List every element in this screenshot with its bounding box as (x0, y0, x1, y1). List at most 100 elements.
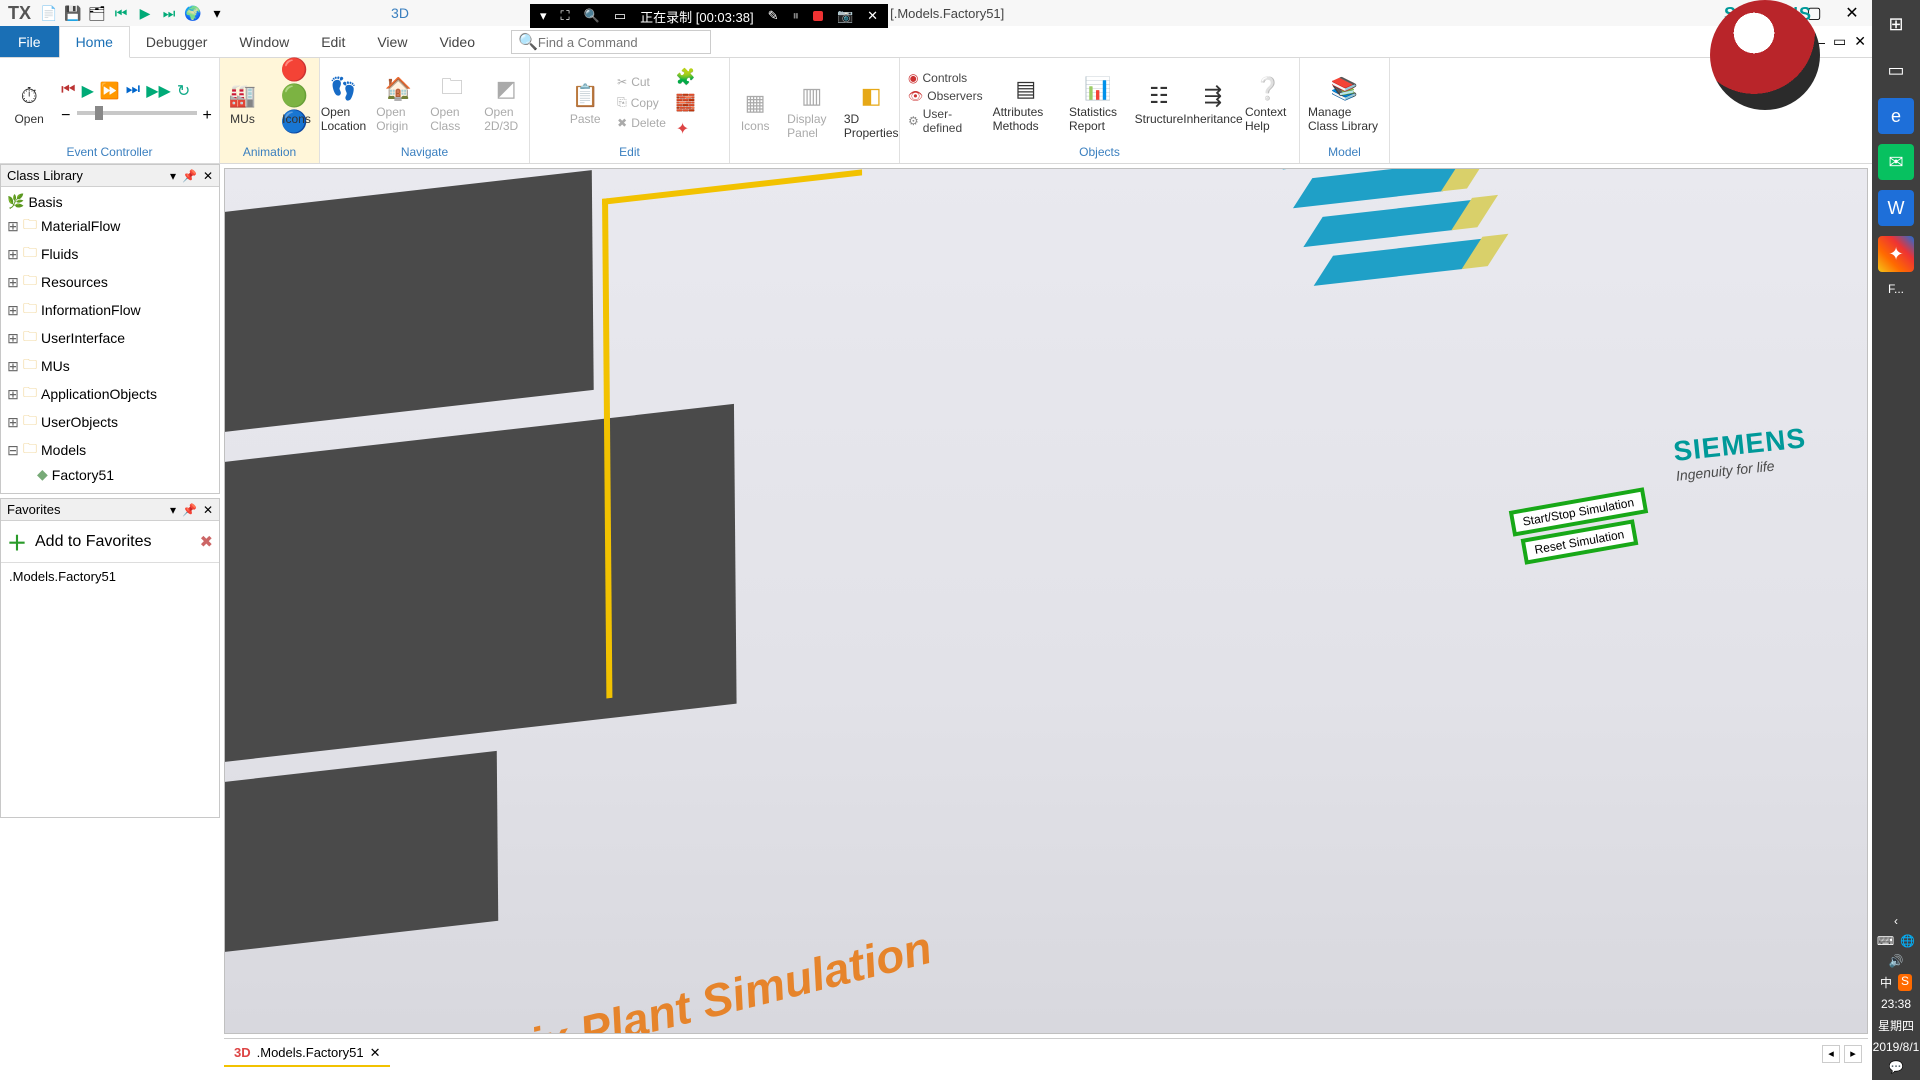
sogou-icon[interactable]: S (1898, 974, 1912, 991)
class-tree[interactable]: 🌿Basis ⊞🗀MaterialFlow ⊞🗀Fluids ⊞🗀Resourc… (1, 187, 219, 489)
open-button[interactable]: ⏱Open (7, 80, 51, 126)
save-icon[interactable]: 💾 (63, 3, 83, 23)
paste-button[interactable]: 📋Paste (563, 80, 607, 126)
tree-node-userinterface[interactable]: ⊞🗀UserInterface (3, 324, 217, 352)
tab-close-icon[interactable]: ✕ (370, 1045, 381, 1061)
zoom-in-icon[interactable]: + (203, 107, 212, 125)
icons2-button[interactable]: ▦Icons (733, 87, 777, 133)
step-end-icon[interactable]: ⏭ (126, 81, 140, 101)
display-panel-button[interactable]: ▥Display Panel (787, 80, 836, 140)
icons-button[interactable]: 🔴🟢🔵Icons (275, 80, 319, 126)
rec-pause-icon[interactable]: ⏸ (792, 8, 799, 24)
tree-node-factory51[interactable]: ◆Factory51 (3, 464, 217, 485)
run-icon[interactable]: ▶ (82, 81, 94, 101)
keyboard-icon[interactable]: ⌨ (1877, 934, 1894, 948)
tab-scroll-left-icon[interactable]: ◂ (1822, 1045, 1840, 1063)
edit-tool-icon[interactable]: 🧩 (676, 67, 696, 87)
app-icon[interactable]: ✦ (1878, 236, 1914, 272)
zoom-out-icon[interactable]: − (61, 107, 70, 125)
doc-tab-factory51[interactable]: 3D .Models.Factory51 ✕ (224, 1041, 390, 1067)
panel-close-icon[interactable]: ✕ (203, 169, 213, 183)
new-icon[interactable]: 📄 (39, 3, 59, 23)
add-to-favorites-button[interactable]: ＋ Add to Favorites ✖ (1, 521, 219, 563)
observers-button[interactable]: 👁Observers (908, 89, 983, 103)
delete-button[interactable]: ✖Delete (617, 116, 666, 130)
speed-slider[interactable] (77, 111, 197, 115)
save-all-icon[interactable]: 🗂 (87, 3, 107, 23)
panel-pin-icon[interactable]: 📌 (182, 169, 197, 183)
manage-class-library-button[interactable]: 📚Manage Class Library (1308, 73, 1381, 133)
panel-dropdown-icon[interactable]: ▾ (170, 503, 176, 517)
step-icon[interactable]: ⏩ (100, 81, 120, 101)
rewind-icon[interactable]: ⏮ (61, 81, 75, 101)
rec-fullscreen-icon[interactable]: ⛶ (561, 8, 570, 24)
tree-root[interactable]: 🌿Basis (3, 191, 217, 212)
open-2d3d-button[interactable]: ◩Open 2D/3D (484, 73, 528, 133)
rec-dropdown-icon[interactable]: ▾ (540, 8, 547, 24)
wechat-icon[interactable]: ✉ (1878, 144, 1914, 180)
edit-tool2-icon[interactable]: 🧱 (676, 93, 696, 113)
network-icon[interactable]: 🌐 (1900, 934, 1915, 948)
mdi-close-button[interactable]: ✕ (1854, 33, 1866, 50)
file-menu[interactable]: File (0, 26, 59, 57)
sidebar-app-icon[interactable]: ▭ (1878, 52, 1914, 88)
open-location-button[interactable]: 👣Open Location (321, 73, 366, 133)
panel-close-icon[interactable]: ✕ (203, 503, 213, 517)
refresh-icon[interactable]: 🌍 (183, 3, 203, 23)
rec-zoom-icon[interactable]: 🔍 (584, 8, 600, 24)
open-origin-button[interactable]: 🏠Open Origin (376, 73, 420, 133)
tree-node-informationflow[interactable]: ⊞🗀InformationFlow (3, 296, 217, 324)
command-search-input[interactable] (538, 35, 704, 50)
tab-scroll-right-icon[interactable]: ▸ (1844, 1045, 1862, 1063)
cut-button[interactable]: ✂Cut (617, 75, 666, 89)
mus-button[interactable]: 🏭MUs (221, 80, 265, 126)
rec-snapshot-icon[interactable]: 📷 (837, 8, 853, 24)
skip-fwd-icon[interactable]: ⏭ (159, 3, 179, 23)
win-start-icon[interactable]: ⊞ (1878, 6, 1914, 42)
qat-dropdown-icon[interactable]: ▾ (207, 3, 227, 23)
3d-properties-button[interactable]: ◧3D Properties (847, 80, 896, 140)
user-avatar[interactable] (1710, 0, 1820, 110)
panel-dropdown-icon[interactable]: ▾ (170, 169, 176, 183)
context-help-button[interactable]: ❔Context Help (1245, 73, 1291, 133)
word-icon[interactable]: W (1878, 190, 1914, 226)
tree-node-materialflow[interactable]: ⊞🗀MaterialFlow (3, 212, 217, 240)
edge-icon[interactable]: e (1878, 98, 1914, 134)
volume-icon[interactable]: 🔊 (1889, 954, 1904, 968)
tab-view[interactable]: View (361, 26, 423, 57)
copy-button[interactable]: ⎘Copy (617, 95, 666, 110)
structure-button[interactable]: ☷Structure (1137, 80, 1181, 126)
favorite-item[interactable]: .Models.Factory51 (1, 563, 219, 590)
rec-close-icon[interactable]: ✕ (867, 8, 878, 24)
edit-tool3-icon[interactable]: ✦ (676, 119, 696, 139)
attributes-methods-button[interactable]: ▤Attributes Methods (993, 73, 1059, 133)
tab-window[interactable]: Window (223, 26, 305, 57)
notifications-icon[interactable]: 💬 (1889, 1060, 1904, 1074)
tree-node-resources[interactable]: ⊞🗀Resources (3, 268, 217, 296)
inheritance-button[interactable]: ⇶Inheritance (1191, 80, 1235, 126)
rec-record-icon[interactable] (813, 11, 823, 21)
tab-video[interactable]: Video (423, 26, 491, 57)
tree-node-userobjects[interactable]: ⊞🗀UserObjects (3, 408, 217, 436)
tab-edit[interactable]: Edit (305, 26, 361, 57)
tree-node-applicationobjects[interactable]: ⊞🗀ApplicationObjects (3, 380, 217, 408)
tree-node-fluids[interactable]: ⊞🗀Fluids (3, 240, 217, 268)
command-search[interactable]: 🔍 (511, 30, 711, 54)
ime-indicator[interactable]: 中 (1880, 974, 1892, 991)
play-icon[interactable]: ▶ (135, 3, 155, 23)
rec-draw-icon[interactable]: ✎ (768, 8, 779, 24)
open-class-button[interactable]: 🗀Open Class (430, 73, 474, 133)
screen-recorder-bar[interactable]: ▾ ⛶ 🔍 ▭ 正在录制 [00:03:38] ✎ ⏸ 📷 ✕ (530, 4, 888, 28)
controls-button[interactable]: ◉Controls (908, 71, 983, 85)
skip-back-icon[interactable]: ⏮ (111, 3, 131, 23)
panel-pin-icon[interactable]: 📌 (182, 503, 197, 517)
tree-node-mus[interactable]: ⊞🗀MUs (3, 352, 217, 380)
statistics-report-button[interactable]: 📊Statistics Report (1069, 73, 1127, 133)
ffwd-icon[interactable]: ▶▶ (146, 81, 171, 101)
user-defined-button[interactable]: ⚙User-defined (908, 107, 983, 135)
loop-icon[interactable]: ↻ (177, 81, 190, 101)
tab-debugger[interactable]: Debugger (130, 26, 224, 57)
tab-home[interactable]: Home (59, 26, 130, 58)
mdi-restore-button[interactable]: ▭ (1833, 33, 1846, 50)
remove-favorite-icon[interactable]: ✖ (200, 532, 213, 552)
